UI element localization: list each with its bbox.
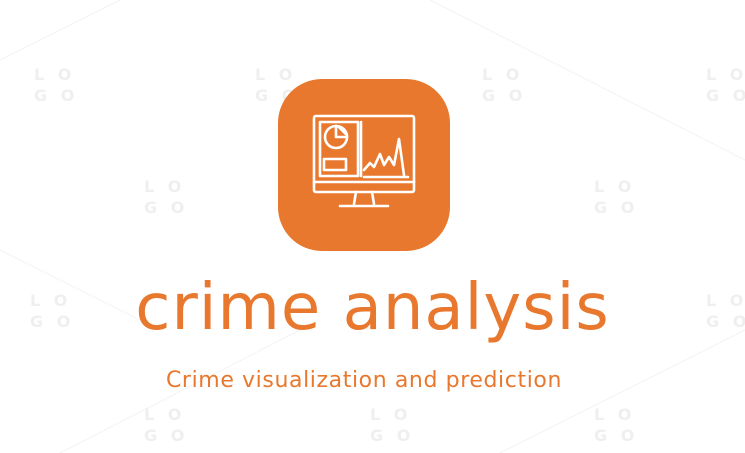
logo-badge bbox=[278, 79, 450, 251]
svg-text:L O: L O bbox=[706, 65, 745, 84]
svg-text:G O: G O bbox=[34, 86, 78, 105]
svg-text:L O: L O bbox=[370, 405, 411, 424]
svg-text:L O: L O bbox=[482, 65, 523, 84]
svg-text:G O: G O bbox=[706, 86, 745, 105]
svg-text:G O: G O bbox=[482, 86, 526, 105]
brand-tagline: Crime visualization and prediction bbox=[165, 368, 563, 393]
svg-text:L O: L O bbox=[144, 177, 185, 196]
svg-text:G O: G O bbox=[594, 198, 638, 217]
svg-text:G O: G O bbox=[144, 426, 188, 445]
svg-text:G O: G O bbox=[144, 198, 188, 217]
svg-text:L O: L O bbox=[594, 177, 635, 196]
monitor-analytics-icon bbox=[312, 114, 416, 208]
svg-text:G O: G O bbox=[594, 426, 638, 445]
svg-text:G O: G O bbox=[370, 426, 414, 445]
svg-text:L O: L O bbox=[144, 405, 185, 424]
logo-canvas: L O G O L O G O L O G O L O G O L O G O L O G … bbox=[0, 0, 745, 453]
svg-text:L O: L O bbox=[34, 65, 75, 84]
svg-text:L O: L O bbox=[594, 405, 635, 424]
brand-name: crime analysis bbox=[135, 271, 610, 345]
